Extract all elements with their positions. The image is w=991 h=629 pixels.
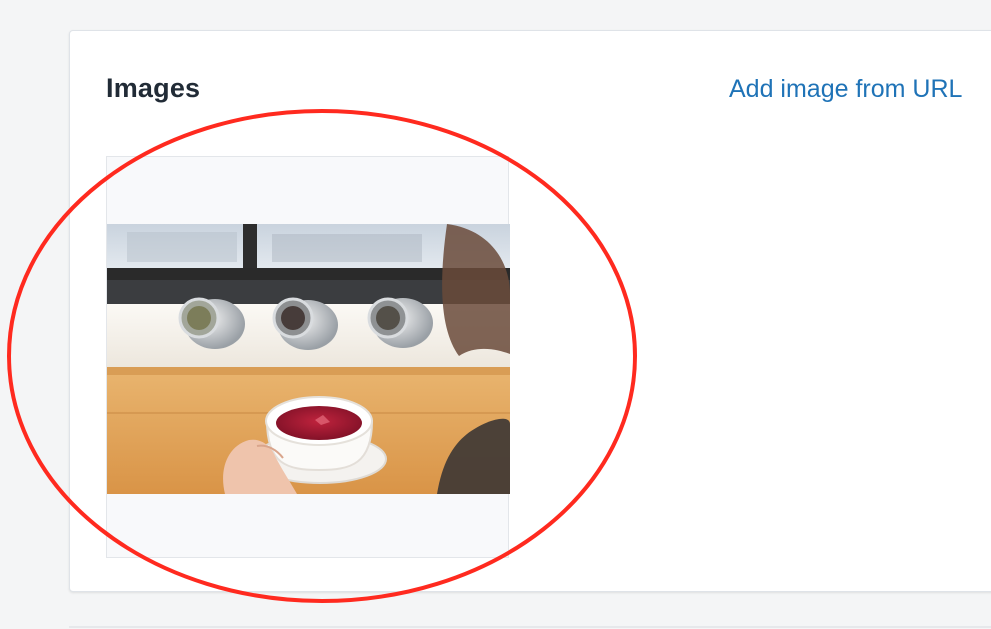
section-title: Images [106, 73, 201, 103]
next-card-edge [69, 626, 991, 628]
add-image-from-url-link[interactable]: Add image from URL [729, 75, 962, 104]
images-card: Images Add image from URL [69, 30, 991, 592]
tea-photo-image [107, 224, 510, 494]
image-thumbnail[interactable] [106, 156, 510, 558]
